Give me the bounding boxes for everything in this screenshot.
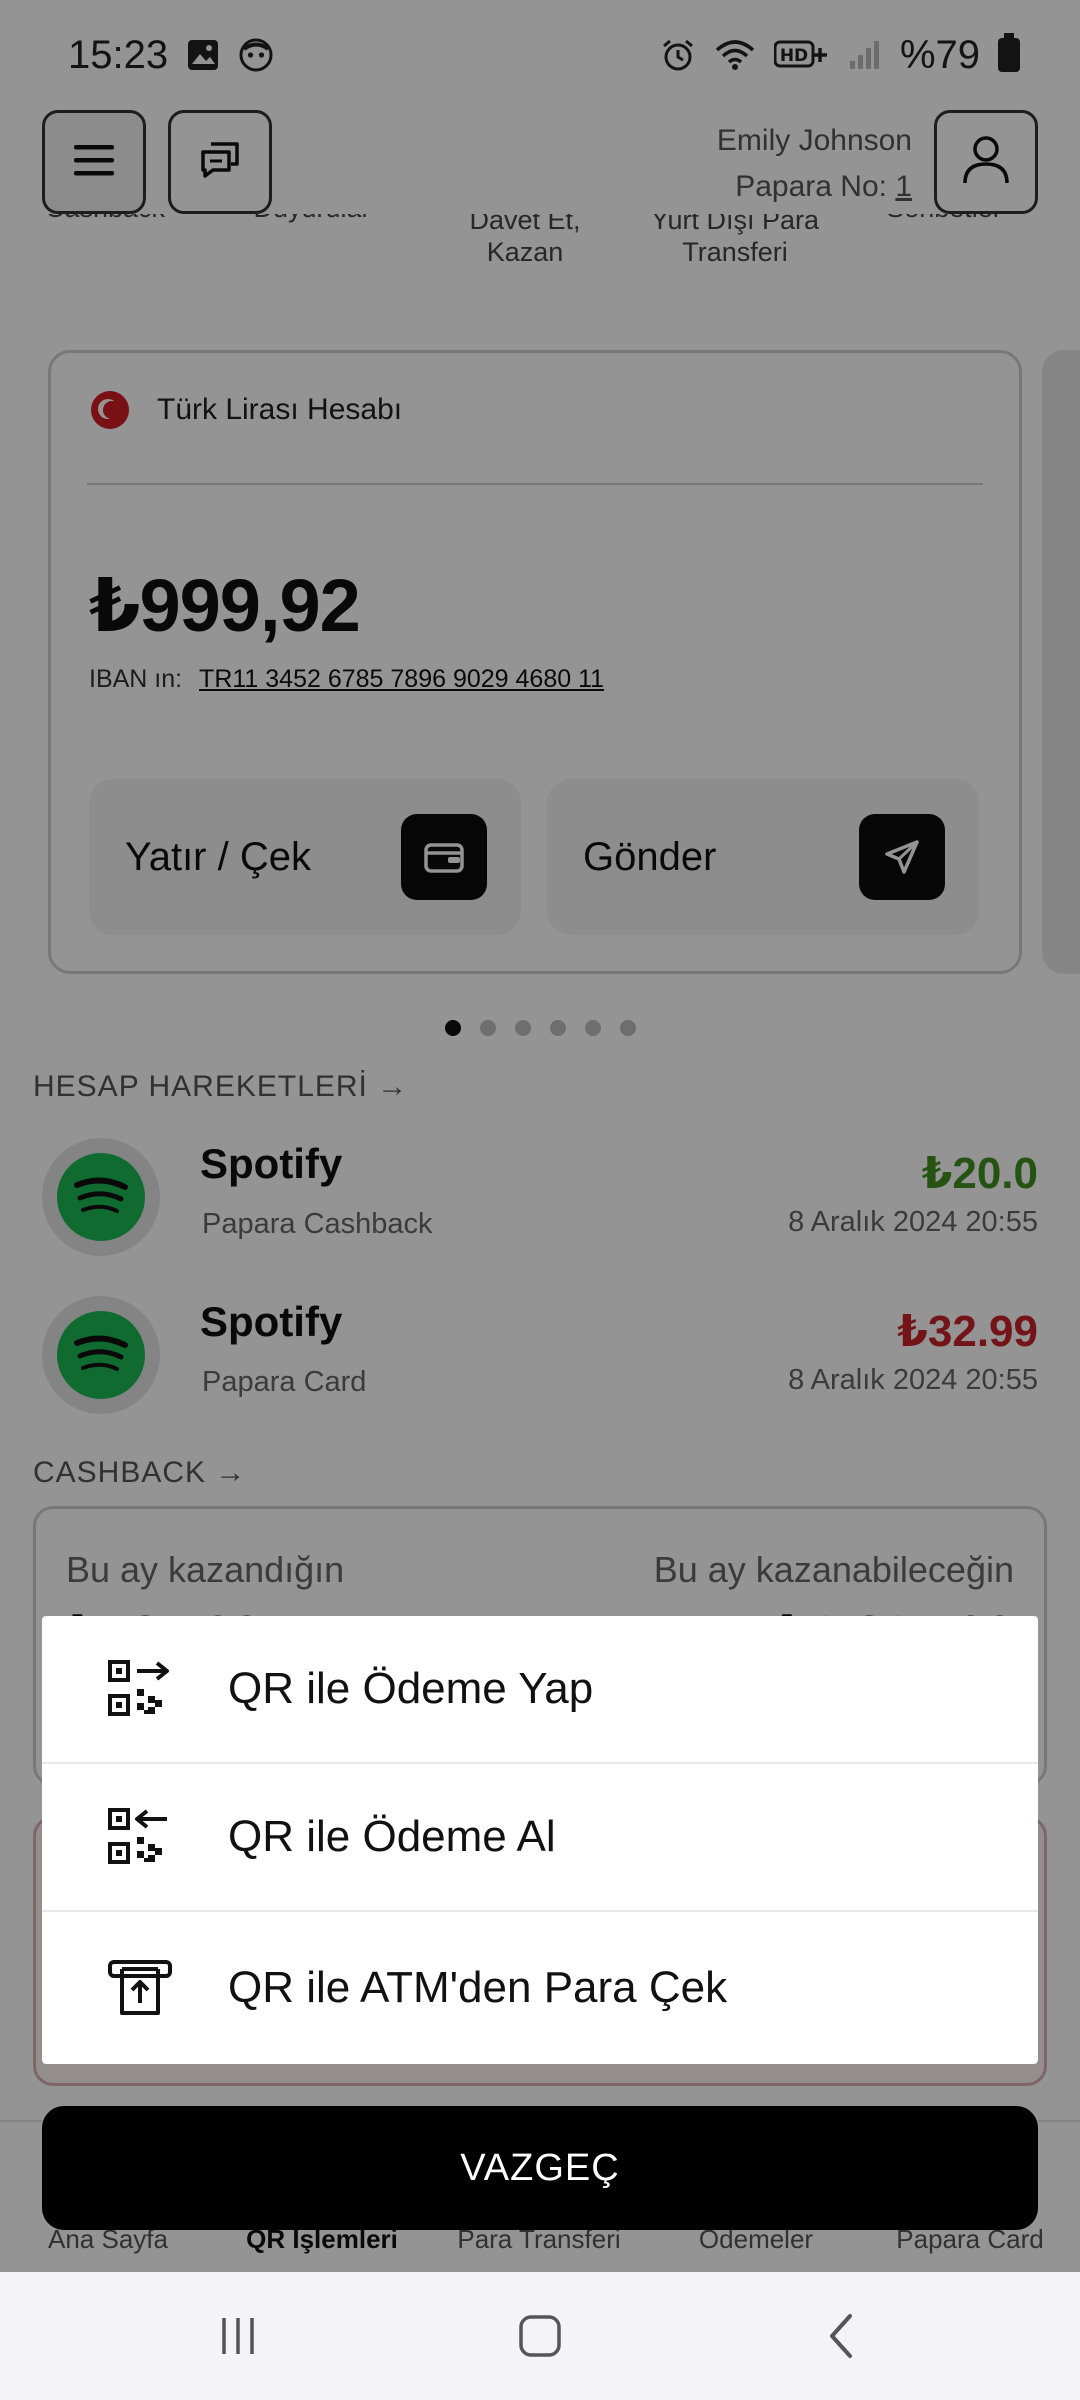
qr-atm-withdraw-label: QR ile ATM'den Para Çek (228, 1963, 728, 2012)
system-navigation-bar (0, 2272, 1080, 2400)
qr-atm-withdraw-option[interactable]: QR ile ATM'den Para Çek (42, 1912, 1038, 2064)
recents-icon[interactable] (198, 2300, 278, 2372)
qr-receive-label: QR ile Ödeme Al (228, 1812, 556, 1861)
qr-pay-option[interactable]: QR ile Ödeme Yap (42, 1616, 1038, 1764)
atm-withdraw-icon (104, 1952, 176, 2024)
qr-send-icon (104, 1653, 176, 1725)
cancel-button[interactable]: VAZGEÇ (42, 2106, 1038, 2230)
back-icon[interactable] (802, 2300, 882, 2372)
qr-action-sheet: QR ile Ödeme Yap QR ile Ödeme Al QR ile … (42, 1616, 1038, 2064)
home-icon[interactable] (500, 2300, 580, 2372)
qr-receive-icon (104, 1801, 176, 1873)
qr-pay-label: QR ile Ödeme Yap (228, 1664, 594, 1713)
qr-receive-option[interactable]: QR ile Ödeme Al (42, 1764, 1038, 1912)
